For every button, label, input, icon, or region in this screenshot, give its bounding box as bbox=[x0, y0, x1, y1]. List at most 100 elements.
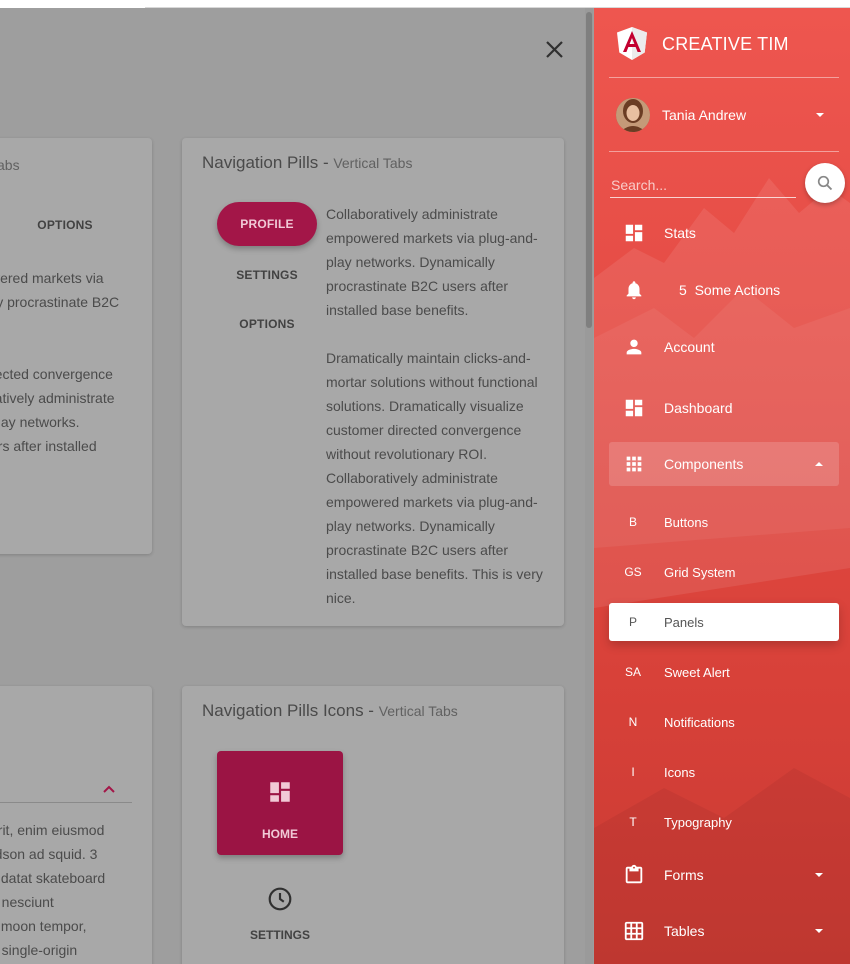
nav-item-label: Components bbox=[664, 456, 744, 472]
sub-item-abbr: B bbox=[628, 515, 637, 529]
nav-item-label: Account bbox=[664, 339, 715, 355]
user-name: Tania Andrew bbox=[662, 107, 747, 123]
search-button[interactable] bbox=[805, 163, 845, 203]
card-text-line: lly procrastinate B2C bbox=[0, 294, 120, 310]
collapse-card-left: erit, enim eiusmod rdson ad squid. 3 pid… bbox=[0, 686, 152, 964]
sub-item-label: Notifications bbox=[664, 714, 735, 730]
notification-badge: 5 bbox=[679, 282, 687, 298]
sub-item-abbr: P bbox=[628, 615, 637, 629]
sub-item-label: Panels bbox=[664, 614, 704, 630]
sub-item-typography[interactable]: T Typography bbox=[609, 803, 839, 841]
nav-item-label: Forms bbox=[664, 867, 704, 883]
navigation-pills-card: Navigation Pills - Vertical Tabs PROFILE… bbox=[182, 138, 564, 626]
browser-top-strip bbox=[0, 0, 850, 8]
chevron-down-icon bbox=[815, 929, 823, 933]
pill-profile[interactable]: PROFILE bbox=[217, 202, 317, 246]
card-text-line: ratively administrate bbox=[0, 390, 115, 406]
sub-item-abbr: GS bbox=[624, 565, 642, 579]
nav-item-dashboard[interactable]: Dashboard bbox=[609, 386, 839, 430]
sub-item-label: Grid System bbox=[664, 564, 736, 580]
sub-item-label: Buttons bbox=[664, 514, 709, 530]
pill-content-paragraph: Collaboratively administrate empowered m… bbox=[326, 206, 538, 318]
table-grid-icon bbox=[624, 921, 644, 941]
dashboard-icon bbox=[625, 224, 643, 242]
sub-item-grid-system[interactable]: GS Grid System bbox=[609, 553, 839, 591]
card-text-line: play networks. bbox=[0, 414, 80, 430]
clipboard-icon bbox=[625, 864, 643, 884]
pill-home[interactable]: HOME bbox=[217, 751, 343, 855]
nav-item-components[interactable]: Components bbox=[609, 442, 839, 486]
pill-content: Collaboratively administrate empowered m… bbox=[326, 202, 544, 610]
nav-item-stats[interactable]: Stats bbox=[609, 211, 839, 255]
brand[interactable]: CREATIVE TIM bbox=[616, 26, 789, 62]
main-content: Tabs OPTIONS wered markets via lly procr… bbox=[0, 8, 594, 964]
sub-item-panels[interactable]: P Panels bbox=[609, 603, 839, 641]
card-title: Navigation Pills - Vertical Tabs bbox=[202, 153, 413, 172]
pill-settings[interactable]: SETTINGS bbox=[217, 268, 317, 282]
nav-item-label: Stats bbox=[664, 225, 696, 241]
avatar bbox=[616, 98, 650, 132]
sub-item-sweet-alert[interactable]: SA Sweet Alert bbox=[609, 653, 839, 691]
chevron-up-icon bbox=[815, 462, 823, 466]
sub-item-abbr: T bbox=[629, 815, 637, 829]
sub-item-abbr: N bbox=[628, 715, 638, 729]
pill-home-label: HOME bbox=[262, 827, 298, 841]
collapse-text-line: pidatat skateboard bbox=[0, 870, 106, 886]
sub-item-label: Typography bbox=[664, 814, 732, 830]
card-text-line: wered markets via bbox=[0, 270, 104, 286]
card-subtitle: Vertical Tabs bbox=[378, 703, 458, 719]
angular-logo-icon bbox=[617, 27, 647, 60]
pill-settings-label: SETTINGS bbox=[249, 928, 310, 942]
dashboard-icon bbox=[270, 782, 290, 802]
card-title: Navigation Pills Icons - Vertical Tabs bbox=[202, 701, 458, 720]
card-text-line: ers after installed bbox=[0, 438, 97, 454]
collapse-text-line: erit, enim eiusmod bbox=[0, 822, 105, 838]
card-subtitle: Vertical Tabs bbox=[333, 155, 413, 171]
nav-item-some-actions[interactable]: 5 Some Actions bbox=[609, 268, 839, 312]
collapse-text-line: d single-origin bbox=[0, 942, 78, 958]
search-input[interactable] bbox=[610, 168, 796, 198]
scrollbar-thumb[interactable] bbox=[586, 12, 592, 328]
sub-item-abbr: SA bbox=[624, 665, 641, 679]
sub-item-label: Sweet Alert bbox=[664, 664, 730, 680]
chevron-down-icon bbox=[815, 873, 823, 877]
apps-grid-icon bbox=[626, 456, 642, 472]
person-icon bbox=[626, 339, 642, 355]
sub-item-abbr: I bbox=[631, 765, 635, 779]
sub-item-notifications[interactable]: N Notifications bbox=[609, 703, 839, 741]
sidebar-divider bbox=[609, 151, 839, 152]
chevron-down-icon bbox=[816, 113, 824, 117]
pill-settings-icon[interactable]: SETTINGS bbox=[240, 886, 320, 948]
close-overlay-button[interactable] bbox=[540, 34, 570, 64]
collapse-divider bbox=[0, 802, 132, 803]
tab-options[interactable]: OPTIONS bbox=[30, 218, 100, 232]
sub-item-icons[interactable]: I Icons bbox=[609, 753, 839, 791]
nav-item-account[interactable]: Account bbox=[609, 325, 839, 369]
clock-icon bbox=[268, 887, 292, 911]
close-icon bbox=[546, 41, 563, 58]
brand-name: CREATIVE TIM bbox=[662, 33, 789, 54]
card-text-line: rected convergence bbox=[0, 366, 113, 382]
dashboard-icon bbox=[625, 399, 643, 417]
pill-content-paragraph: Dramatically maintain clicks-and-mortar … bbox=[326, 350, 543, 606]
sub-item-label: Icons bbox=[664, 764, 696, 780]
main-scrollbar[interactable] bbox=[585, 8, 593, 964]
collapse-text-line: rdson ad squid. 3 bbox=[0, 846, 98, 862]
bell-icon bbox=[626, 281, 642, 300]
nav-item-label: Dashboard bbox=[664, 400, 733, 416]
user-menu[interactable]: Tania Andrew bbox=[616, 97, 832, 133]
sidebar-divider bbox=[609, 77, 839, 78]
nav-item-forms[interactable]: Forms bbox=[609, 853, 839, 897]
nav-item-label: 5 Some Actions bbox=[679, 282, 781, 298]
nav-item-label: Tables bbox=[664, 923, 705, 939]
card-title-fragment: Tabs bbox=[0, 157, 20, 173]
collapse-text-line: lf moon tempor, bbox=[0, 918, 87, 934]
pill-options[interactable]: OPTIONS bbox=[217, 317, 317, 331]
sub-item-buttons[interactable]: B Buttons bbox=[609, 503, 839, 541]
collapse-text-line: a nesciunt bbox=[0, 894, 54, 910]
chevron-up-icon[interactable] bbox=[102, 784, 116, 794]
sidebar: CREATIVE TIM Tania Andrew Stats 5 Some A… bbox=[594, 8, 850, 964]
tabs-card-left: Tabs OPTIONS wered markets via lly procr… bbox=[0, 138, 152, 554]
nav-item-tables[interactable]: Tables bbox=[609, 909, 839, 953]
search-icon bbox=[817, 175, 833, 191]
